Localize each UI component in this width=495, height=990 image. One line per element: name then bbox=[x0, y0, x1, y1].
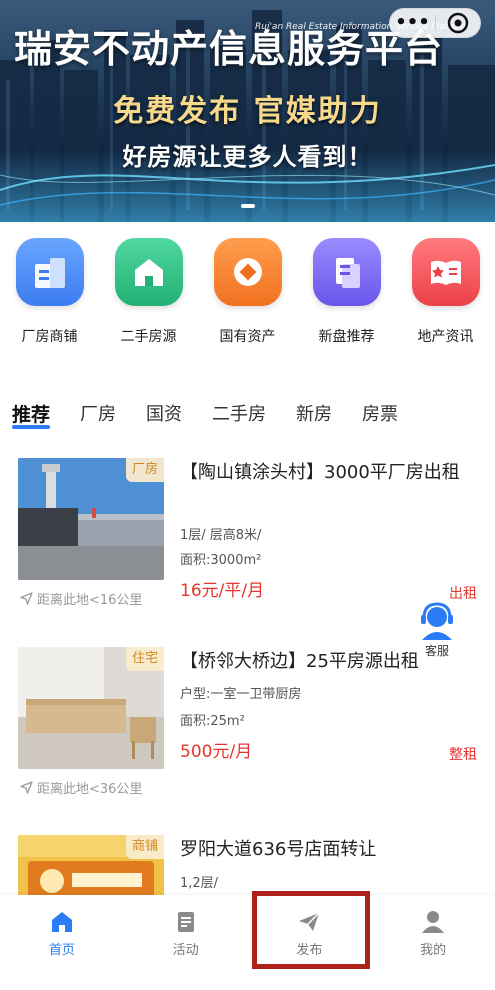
miniprogram-capsule: ••• bbox=[389, 8, 481, 38]
house-icon bbox=[114, 238, 183, 306]
activity-icon bbox=[177, 912, 194, 932]
nav-home[interactable]: 首页 bbox=[0, 895, 124, 990]
building-icon bbox=[15, 238, 84, 306]
listing-title: 【陶山镇涂头村】3000平厂房出租 bbox=[180, 462, 460, 483]
listing-meta-layout: 户型:一室一卫带厨房 bbox=[180, 687, 302, 702]
target-close-icon bbox=[447, 12, 469, 34]
listing-type-badge: 厂房 bbox=[125, 458, 164, 482]
news-book-icon bbox=[411, 238, 480, 306]
category-label: 地产资讯 bbox=[417, 329, 474, 345]
category-factory-shop[interactable]: 厂房商铺 bbox=[0, 238, 99, 358]
carousel-indicator bbox=[0, 204, 495, 208]
bottom-tab-bar: 首页 活动 发布 我的 bbox=[0, 895, 495, 990]
category-label: 二手房源 bbox=[120, 329, 177, 345]
listing-type-badge: 商铺 bbox=[125, 835, 164, 859]
distance-text: 距离此地<36公里 bbox=[37, 782, 143, 797]
nav-label: 我的 bbox=[420, 943, 447, 958]
tab-house-voucher[interactable]: 房票 bbox=[362, 400, 398, 434]
category-real-estate-news[interactable]: 地产资讯 bbox=[396, 238, 495, 358]
banner-slogan-secondary: 好房源让更多人看到！ bbox=[122, 142, 373, 171]
active-tab-underline bbox=[12, 425, 51, 429]
tab-factory[interactable]: 厂房 bbox=[80, 400, 116, 434]
app-screen: 瑞安不动产信息服务平台 Rui'an Real Estate Informati… bbox=[0, 0, 495, 990]
listing-meta-area: 面积:3000m² bbox=[180, 553, 262, 568]
category-state-assets[interactable]: 国有资产 bbox=[198, 238, 297, 358]
home-icon bbox=[51, 912, 72, 932]
listing-type-badge: 住宅 bbox=[125, 647, 164, 671]
tab-label: 推荐 bbox=[12, 404, 51, 426]
tab-second-hand[interactable]: 二手房 bbox=[212, 400, 266, 434]
listing-title: 罗阳大道636号店面转让 bbox=[180, 839, 377, 860]
listing-meta-floor: 1,2层/ bbox=[180, 876, 219, 891]
close-miniprogram-button[interactable] bbox=[436, 12, 480, 34]
navigation-arrow-icon bbox=[20, 592, 33, 605]
listing-distance: 距离此地<16公里 bbox=[20, 589, 142, 608]
category-label: 国有资产 bbox=[219, 329, 276, 345]
listing-card[interactable]: 住宅 距离此地<36公里 【桥邻大桥边】25平房源出租 户型:一室一卫带厨房 面… bbox=[0, 647, 495, 817]
publish-highlight-box bbox=[252, 891, 370, 969]
listing-distance: 距离此地<36公里 bbox=[20, 778, 142, 797]
listing-meta-area: 面积:25m² bbox=[180, 714, 245, 729]
coin-icon bbox=[213, 238, 282, 306]
category-grid: 厂房商铺 二手房源 国有资产 新盘推荐 地产资讯 bbox=[0, 238, 495, 358]
headset-agent-icon bbox=[417, 601, 457, 641]
banner-slogan-primary: 免费发布 官媒助力 bbox=[113, 94, 382, 129]
category-label: 新盘推荐 bbox=[318, 329, 375, 345]
nav-activity[interactable]: 活动 bbox=[124, 895, 248, 990]
listing-photo: 住宅 bbox=[18, 647, 164, 769]
tab-label: 二手房 bbox=[212, 404, 267, 425]
listing-rent-type: 整租 bbox=[449, 747, 477, 763]
tab-label: 厂房 bbox=[80, 404, 117, 425]
tab-label: 房票 bbox=[362, 404, 399, 425]
document-icon bbox=[312, 238, 381, 306]
listing-photo: 厂房 bbox=[18, 458, 164, 580]
tab-label: 新房 bbox=[296, 404, 333, 425]
more-menu-button[interactable]: ••• bbox=[390, 8, 435, 38]
navigation-arrow-icon bbox=[20, 781, 33, 794]
listing-price: 16元/平/月 bbox=[180, 581, 265, 601]
listing-meta-floor: 1层/ 层高8米/ bbox=[180, 528, 262, 543]
tab-new-house[interactable]: 新房 bbox=[296, 400, 332, 434]
category-label: 厂房商铺 bbox=[21, 329, 78, 345]
tab-label: 国资 bbox=[146, 404, 183, 425]
customer-service-button[interactable]: 客服 bbox=[408, 600, 466, 658]
category-second-hand-house[interactable]: 二手房源 bbox=[99, 238, 198, 358]
category-new-projects[interactable]: 新盘推荐 bbox=[297, 238, 396, 358]
listing-price: 500元/月 bbox=[180, 742, 253, 762]
tab-recommended[interactable]: 推荐 bbox=[12, 400, 51, 434]
nav-label: 首页 bbox=[48, 943, 75, 958]
nav-profile[interactable]: 我的 bbox=[371, 895, 495, 990]
user-icon bbox=[422, 911, 445, 933]
customer-service-label: 客服 bbox=[424, 644, 449, 658]
nav-label: 活动 bbox=[172, 943, 199, 958]
carousel-dot-active bbox=[240, 204, 255, 208]
tab-state-assets[interactable]: 国资 bbox=[146, 400, 182, 434]
filter-tabs: 推荐 厂房 国资 二手房 新房 房票 bbox=[12, 400, 428, 434]
promo-banner[interactable]: 瑞安不动产信息服务平台 Rui'an Real Estate Informati… bbox=[0, 0, 495, 222]
distance-text: 距离此地<16公里 bbox=[37, 593, 143, 608]
